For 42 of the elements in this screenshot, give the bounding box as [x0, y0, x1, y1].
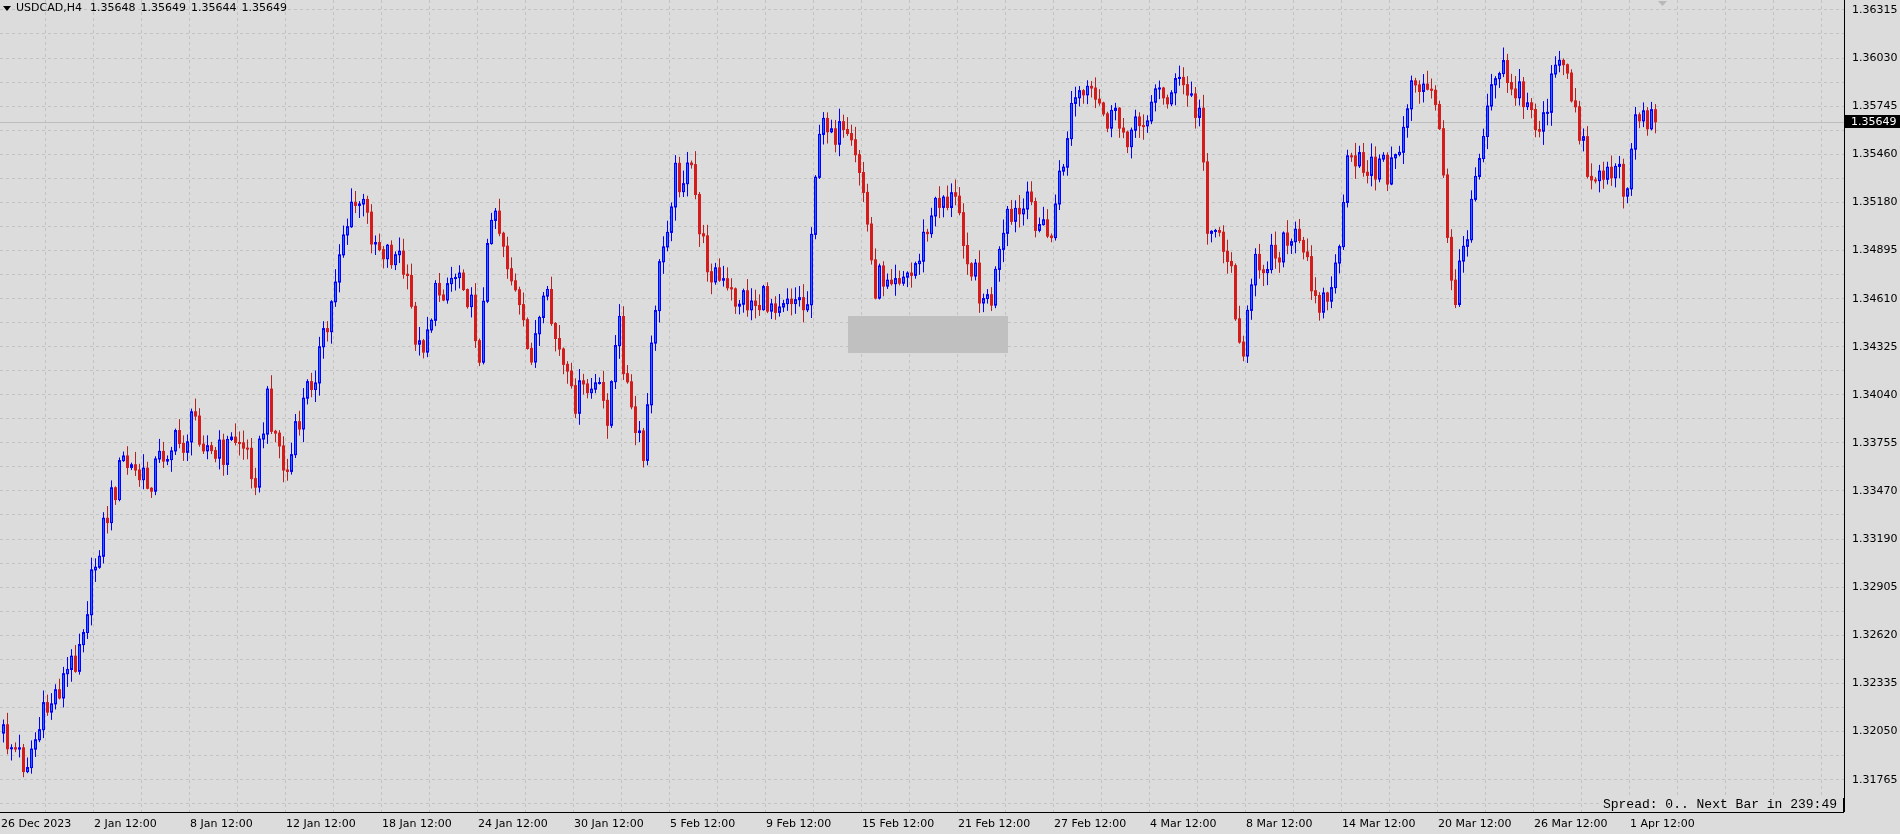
price-label: 1.34325: [1852, 339, 1898, 353]
time-label: 12 Jan 12:00: [286, 817, 356, 830]
price-label: 1.32335: [1852, 676, 1898, 690]
price-label: 1.31765: [1852, 772, 1898, 786]
time-label: 8 Jan 12:00: [190, 817, 253, 830]
time-label: 26 Mar 12:00: [1534, 817, 1608, 830]
symbol-label: USDCAD,H4: [16, 1, 82, 15]
price-label: 1.35745: [1852, 99, 1898, 113]
close-price: 1.35649: [241, 1, 287, 15]
price-label: 1.36030: [1852, 51, 1898, 64]
time-label: 21 Feb 12:00: [958, 817, 1031, 830]
time-label: 27 Feb 12:00: [1054, 817, 1127, 830]
time-label: 30 Jan 12:00: [574, 817, 644, 830]
time-label: 20 Mar 12:00: [1438, 817, 1512, 830]
time-label: 8 Mar 12:00: [1246, 817, 1313, 830]
price-label: 1.34040: [1852, 387, 1898, 401]
time-label: 26 Dec 2023: [1, 817, 72, 830]
dropdown-triangle-icon[interactable]: [3, 5, 11, 11]
time-label: 24 Jan 12:00: [478, 817, 548, 830]
price-label: 1.33470: [1852, 483, 1898, 497]
time-label: 5 Feb 12:00: [670, 817, 736, 830]
price-label: 1.32050: [1852, 724, 1898, 738]
price-label: 1.35460: [1852, 147, 1898, 161]
price-label: 1.33755: [1852, 435, 1898, 449]
time-label: 2 Jan 12:00: [94, 817, 157, 830]
price-label: 1.34610: [1852, 291, 1898, 305]
price-label: 1.36315: [1852, 2, 1898, 16]
time-label: 15 Feb 12:00: [862, 817, 935, 830]
current-price-label: 1.35649: [1845, 115, 1900, 129]
time-label: 1 Apr 12:00: [1630, 817, 1695, 830]
price-label: 1.32905: [1852, 580, 1898, 594]
time-label: 14 Mar 12:00: [1342, 817, 1416, 830]
time-label: 4 Mar 12:00: [1150, 817, 1217, 830]
time-label: 18 Jan 12:00: [382, 817, 452, 830]
price-label: 1.33190: [1852, 532, 1898, 545]
high-price: 1.35649: [140, 1, 186, 15]
price-label: 1.32620: [1852, 628, 1898, 642]
open-price: 1.35648: [89, 1, 136, 15]
time-label: 9 Feb 12:00: [766, 817, 832, 830]
low-price: 1.35644: [190, 1, 237, 15]
price-label: 1.34895: [1852, 243, 1898, 257]
price-label: 1.35180: [1852, 195, 1898, 209]
